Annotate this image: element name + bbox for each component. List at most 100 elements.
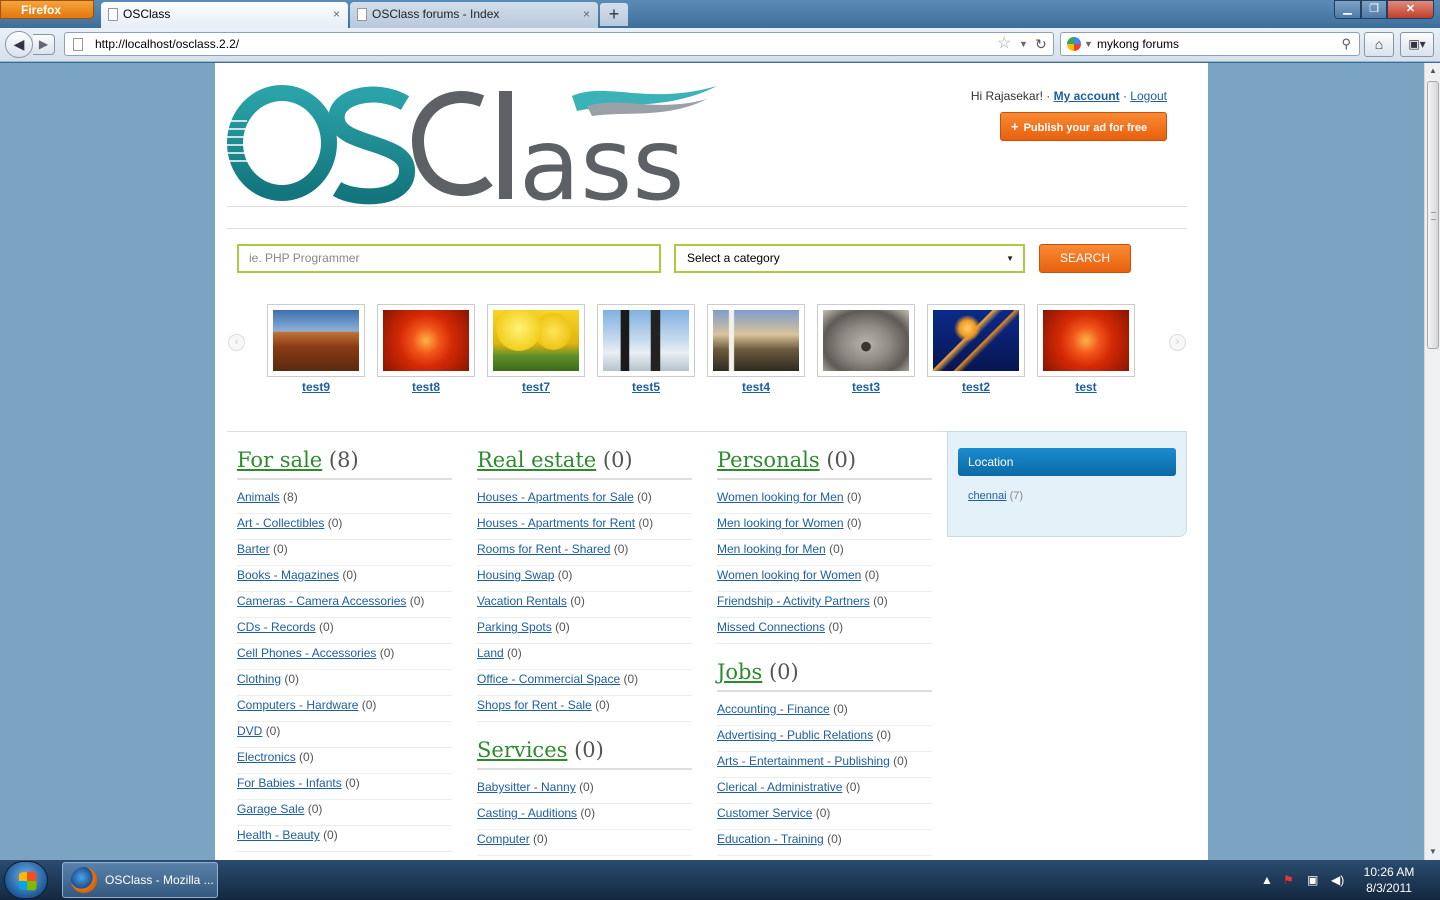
location-link[interactable]: chennai bbox=[968, 490, 1007, 502]
carousel-thumb[interactable] bbox=[707, 304, 805, 377]
volume-icon[interactable]: ◀) bbox=[1331, 873, 1344, 887]
url-dropdown-icon[interactable]: ▼ bbox=[1019, 33, 1028, 55]
subcategory-link[interactable]: Art - Collectibles bbox=[237, 516, 324, 530]
tab-close-icon[interactable]: × bbox=[333, 2, 340, 26]
forward-button[interactable]: ▶ bbox=[33, 34, 55, 55]
osclass-logo[interactable]: ass bbox=[227, 81, 722, 206]
search-icon[interactable]: ⚲ bbox=[1341, 33, 1351, 55]
subcategory-link[interactable]: Computers - Hardware bbox=[237, 698, 358, 712]
url-bar[interactable]: http://localhost/osclass.2.2/ ☆ ▼ ↻ bbox=[64, 32, 1054, 56]
subcategory-link[interactable]: Casting - Auditions bbox=[477, 806, 577, 820]
search-engine-dropdown-icon[interactable]: ▼ bbox=[1084, 33, 1093, 55]
category-link-for-sale[interactable]: For sale bbox=[237, 448, 322, 472]
carousel-thumb[interactable] bbox=[597, 304, 695, 377]
search-button[interactable]: SEARCH bbox=[1039, 244, 1131, 273]
carousel-prev-icon[interactable]: ‹ bbox=[228, 334, 245, 351]
category-select[interactable]: Select a category ▼ bbox=[674, 244, 1025, 273]
carousel-thumb[interactable] bbox=[267, 304, 365, 377]
carousel-thumb-label[interactable]: test5 bbox=[597, 380, 695, 394]
subcategory-link[interactable]: Cameras - Camera Accessories bbox=[237, 594, 406, 608]
scrollbar-thumb[interactable] bbox=[1427, 81, 1439, 349]
carousel-thumb-label[interactable]: test bbox=[1037, 380, 1135, 394]
category-link-services[interactable]: Services bbox=[477, 738, 567, 762]
subcategory-link[interactable]: DVD bbox=[237, 724, 262, 738]
tab-osclass-forums[interactable]: OSClass forums - Index × bbox=[350, 2, 598, 28]
category-link-jobs[interactable]: Jobs bbox=[717, 660, 762, 684]
subcategory-link[interactable]: Women looking for Women bbox=[717, 568, 861, 582]
taskbar-clock[interactable]: 10:26 AM 8/3/2011 bbox=[1350, 864, 1428, 896]
subcategory-link[interactable]: Rooms for Rent - Shared bbox=[477, 542, 610, 556]
subcategory-link[interactable]: Friendship - Activity Partners bbox=[717, 594, 870, 608]
carousel-thumb-label[interactable]: test7 bbox=[487, 380, 585, 394]
tab-osclass[interactable]: OSClass × bbox=[101, 2, 348, 28]
scroll-up-icon[interactable]: ▲ bbox=[1425, 63, 1440, 79]
browser-search-input[interactable]: mykong forums bbox=[1097, 33, 1179, 55]
back-button[interactable]: ◀ bbox=[5, 31, 33, 58]
vertical-scrollbar[interactable]: ▲ ▼ bbox=[1424, 63, 1440, 860]
subcategory-link[interactable]: Houses - Apartments for Sale bbox=[477, 490, 634, 504]
subcategory-link[interactable]: Men looking for Men bbox=[717, 542, 826, 556]
category-link-personals[interactable]: Personals bbox=[717, 448, 820, 472]
minimize-button[interactable]: ▁ bbox=[1334, 0, 1361, 19]
subcategory-link[interactable]: Animals bbox=[237, 490, 280, 504]
subcategory-link[interactable]: Arts - Entertainment - Publishing bbox=[717, 754, 890, 768]
carousel-thumb-label[interactable]: test3 bbox=[817, 380, 915, 394]
logout-link[interactable]: Logout bbox=[1130, 89, 1167, 103]
carousel-thumb[interactable] bbox=[487, 304, 585, 377]
subcategory-link[interactable]: Houses - Apartments for Rent bbox=[477, 516, 635, 530]
subcategory-link[interactable]: Vacation Rentals bbox=[477, 594, 567, 608]
carousel-thumb[interactable] bbox=[927, 304, 1025, 377]
subcategory-link[interactable]: Clothing bbox=[237, 672, 281, 686]
subcategory-link[interactable]: Office - Commercial Space bbox=[477, 672, 620, 686]
carousel-thumb-label[interactable]: test8 bbox=[377, 380, 475, 394]
subcategory-link[interactable]: Garage Sale bbox=[237, 802, 304, 816]
carousel-thumb[interactable] bbox=[377, 304, 475, 377]
subcategory-link[interactable]: Accounting - Finance bbox=[717, 702, 830, 716]
close-window-button[interactable]: ✕ bbox=[1387, 0, 1434, 19]
addon-bar-button[interactable]: ▣▾ bbox=[1400, 32, 1434, 57]
start-button[interactable] bbox=[4, 861, 48, 899]
publish-ad-button[interactable]: + Publish your ad for free bbox=[1000, 112, 1167, 141]
scroll-down-icon[interactable]: ▼ bbox=[1425, 844, 1440, 860]
firefox-menu-button[interactable]: Firefox bbox=[0, 0, 94, 19]
subcategory-link[interactable]: Clerical - Administrative bbox=[717, 780, 842, 794]
subcategory-link[interactable]: Advertising - Public Relations bbox=[717, 728, 873, 742]
category-link-real-estate[interactable]: Real estate bbox=[477, 448, 596, 472]
subcategory-link[interactable]: Cell Phones - Accessories bbox=[237, 646, 376, 660]
bookmark-star-icon[interactable]: ☆ bbox=[997, 33, 1011, 55]
carousel-thumb[interactable] bbox=[1037, 304, 1135, 377]
subcategory-link[interactable]: Babysitter - Nanny bbox=[477, 780, 576, 794]
reload-icon[interactable]: ↻ bbox=[1035, 33, 1047, 55]
subcategory-link[interactable]: Missed Connections bbox=[717, 620, 825, 634]
subcategory-link[interactable]: Customer Service bbox=[717, 806, 812, 820]
subcategory-link[interactable]: Health - Beauty bbox=[237, 828, 320, 842]
new-tab-button[interactable]: + bbox=[600, 3, 628, 26]
maximize-button[interactable]: ❐ bbox=[1361, 0, 1387, 19]
taskbar-firefox-item[interactable]: OSClass - Mozilla ... bbox=[62, 862, 218, 898]
show-hidden-icons-icon[interactable]: ▲ bbox=[1261, 873, 1273, 887]
carousel-next-icon[interactable]: › bbox=[1169, 334, 1186, 351]
subcategory-link[interactable]: Parking Spots bbox=[477, 620, 552, 634]
browser-search-bar[interactable]: ▼ mykong forums ⚲ bbox=[1060, 32, 1360, 56]
subcategory-link[interactable]: Computer bbox=[477, 832, 530, 846]
subcategory-link[interactable]: Barter bbox=[237, 542, 270, 556]
subcategory-link[interactable]: Women looking for Men bbox=[717, 490, 844, 504]
subcategory-link[interactable]: Books - Magazines bbox=[237, 568, 339, 582]
subcategory-link[interactable]: Education - Training bbox=[717, 832, 824, 846]
subcategory-link[interactable]: Housing Swap bbox=[477, 568, 554, 582]
subcategory-link[interactable]: For Babies - Infants bbox=[237, 776, 342, 790]
carousel-thumb-label[interactable]: test4 bbox=[707, 380, 805, 394]
carousel-thumb-label[interactable]: test2 bbox=[927, 380, 1025, 394]
subcategory-link[interactable]: CDs - Records bbox=[237, 620, 316, 634]
subcategory-link[interactable]: Electronics bbox=[237, 750, 296, 764]
home-button[interactable]: ⌂ bbox=[1364, 32, 1394, 57]
google-icon[interactable] bbox=[1067, 37, 1081, 51]
carousel-thumb[interactable] bbox=[817, 304, 915, 377]
subcategory-link[interactable]: Shops for Rent - Sale bbox=[477, 698, 592, 712]
my-account-link[interactable]: My account bbox=[1054, 89, 1120, 103]
network-icon[interactable]: ▣ bbox=[1307, 873, 1318, 887]
search-input[interactable]: ie. PHP Programmer bbox=[237, 244, 661, 273]
carousel-thumb-label[interactable]: test9 bbox=[267, 380, 365, 394]
action-center-flag-icon[interactable]: ⚑ bbox=[1283, 873, 1294, 887]
url-text[interactable]: http://localhost/osclass.2.2/ bbox=[95, 33, 239, 55]
